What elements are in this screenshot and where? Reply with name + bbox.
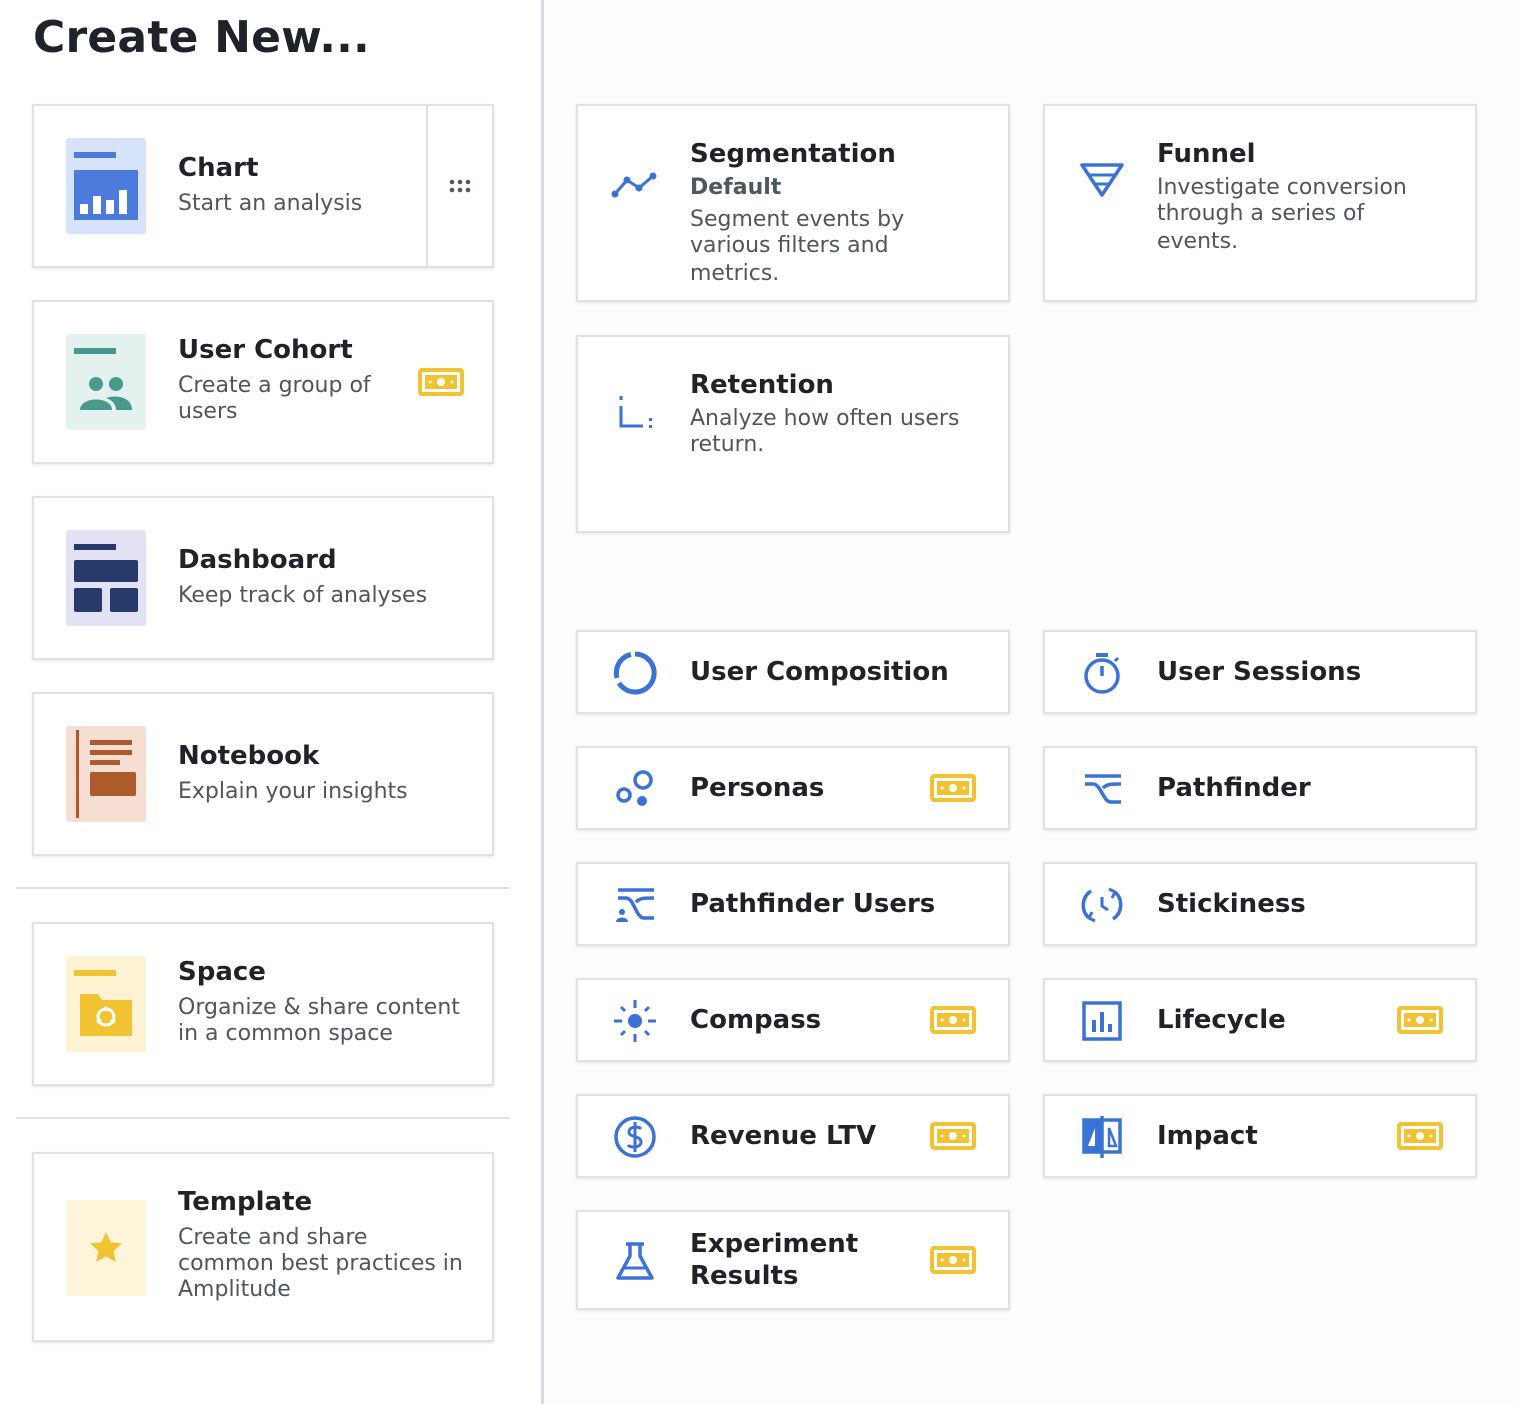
more-dots-icon (449, 179, 471, 193)
create-user-cohort-card[interactable]: User Cohort Create a group of users (32, 300, 494, 464)
paid-feature-icon (1397, 1122, 1443, 1150)
funnel-icon (1077, 154, 1127, 204)
section-divider (16, 1117, 510, 1119)
paid-feature-icon (930, 1006, 976, 1034)
chart-desc: Start an analysis (178, 191, 363, 216)
compass-title: Compass (690, 1005, 822, 1035)
cohort-desc: Create a group of users (178, 372, 372, 426)
chart-more-button[interactable] (428, 106, 492, 266)
template-desc-line2: common best practices in (178, 1251, 463, 1276)
segmentation-subtitle: Default (690, 175, 782, 200)
create-funnel-card[interactable]: Funnel Investigate conversion through a … (1043, 104, 1477, 302)
chart-tile-icon (66, 138, 146, 234)
flask-icon (610, 1236, 660, 1286)
lifecycle-icon (1077, 996, 1127, 1046)
dollar-icon (610, 1112, 660, 1162)
create-pathfinder-users-card[interactable]: Pathfinder Users (576, 862, 1010, 946)
create-compass-card[interactable]: Compass (576, 978, 1010, 1062)
stickiness-title: Stickiness (1157, 889, 1306, 919)
notebook-title: Notebook (178, 741, 320, 771)
create-notebook-card[interactable]: Notebook Explain your insights (32, 692, 494, 856)
create-segmentation-card[interactable]: Segmentation Default Segment events by v… (576, 104, 1010, 302)
create-dashboard-card[interactable]: Dashboard Keep track of analyses (32, 496, 494, 660)
page-title: Create New... (33, 12, 370, 63)
template-tile-icon (66, 1200, 146, 1296)
stickiness-icon (1077, 880, 1127, 930)
retention-title: Retention (690, 370, 834, 400)
segmentation-desc: Segment events by various filters and me… (690, 206, 984, 288)
create-space-card[interactable]: Space Organize & share content in a comm… (32, 922, 494, 1086)
segmentation-desc-line2: various filters and metrics. (690, 233, 889, 286)
impact-title: Impact (1157, 1121, 1258, 1151)
stopwatch-icon (1077, 648, 1127, 698)
create-impact-card[interactable]: Impact (1043, 1094, 1477, 1178)
star-icon (90, 1232, 122, 1262)
create-experiment-results-card[interactable]: Experiment Results (576, 1210, 1010, 1310)
retention-desc: Analyze how often users return. (690, 405, 984, 459)
paid-feature-icon (930, 1122, 976, 1150)
user-sessions-title: User Sessions (1157, 657, 1362, 687)
create-menu-left-pane: Create New... Chart Start an analysis Us… (0, 0, 542, 1404)
chart-title: Chart (178, 153, 259, 183)
template-desc-line3: Amplitude (178, 1277, 291, 1302)
template-desc: Create and share common best practices i… (178, 1224, 468, 1304)
user-composition-icon (610, 648, 660, 698)
space-desc: Organize & share content in a common spa… (178, 994, 468, 1048)
pathfinder-users-title: Pathfinder Users (690, 889, 936, 919)
create-retention-card[interactable]: Retention Analyze how often users return… (576, 335, 1010, 533)
retention-desc-line2: return. (690, 432, 765, 457)
revenue-ltv-title: Revenue LTV (690, 1121, 877, 1151)
notebook-desc: Explain your insights (178, 779, 408, 804)
lifecycle-title: Lifecycle (1157, 1005, 1286, 1035)
paid-feature-icon (930, 774, 976, 802)
create-template-card[interactable]: Template Create and share common best pr… (32, 1152, 494, 1342)
funnel-desc-line2: through a series of events. (1157, 201, 1365, 254)
impact-icon (1077, 1112, 1127, 1162)
compass-icon (610, 996, 660, 1046)
cohort-desc-line2: users (178, 399, 238, 424)
retention-desc-line1: Analyze how often users (690, 406, 960, 431)
create-stickiness-card[interactable]: Stickiness (1043, 862, 1477, 946)
paid-feature-icon (1397, 1006, 1443, 1034)
create-user-composition-card[interactable]: User Composition (576, 630, 1010, 714)
segmentation-icon (610, 160, 660, 210)
dashboard-title: Dashboard (178, 545, 337, 575)
funnel-desc: Investigate conversion through a series … (1157, 174, 1451, 256)
create-chart-card[interactable]: Chart Start an analysis (32, 104, 494, 268)
pathfinder-users-icon (610, 880, 660, 930)
paid-feature-icon (418, 368, 464, 396)
create-lifecycle-card[interactable]: Lifecycle (1043, 978, 1477, 1062)
template-title: Template (178, 1187, 313, 1217)
retention-icon (610, 387, 660, 437)
create-user-sessions-card[interactable]: User Sessions (1043, 630, 1477, 714)
segmentation-desc-line1: Segment events by (690, 207, 905, 232)
notebook-tile-icon (66, 726, 146, 822)
funnel-title: Funnel (1157, 139, 1256, 169)
create-pathfinder-card[interactable]: Pathfinder (1043, 746, 1477, 830)
pathfinder-icon (1077, 764, 1127, 814)
segmentation-title: Segmentation (690, 139, 896, 169)
cohort-title: User Cohort (178, 335, 353, 365)
cohort-desc-line1: Create a group of (178, 373, 371, 398)
personas-icon (610, 764, 660, 814)
dashboard-tile-icon (66, 530, 146, 626)
user-composition-title: User Composition (690, 657, 949, 687)
space-desc-line1: Organize & share content (178, 995, 460, 1020)
space-title: Space (178, 957, 266, 987)
space-tile-icon (66, 956, 146, 1052)
create-revenue-ltv-card[interactable]: Revenue LTV (576, 1094, 1010, 1178)
dashboard-desc: Keep track of analyses (178, 583, 428, 608)
create-personas-card[interactable]: Personas (576, 746, 1010, 830)
section-divider (16, 887, 510, 889)
paid-feature-icon (930, 1246, 976, 1274)
cohort-tile-icon (66, 334, 146, 430)
pathfinder-title: Pathfinder (1157, 773, 1311, 803)
funnel-desc-line1: Investigate conversion (1157, 175, 1407, 200)
personas-title: Personas (690, 773, 825, 803)
template-desc-line1: Create and share (178, 1225, 368, 1250)
space-desc-line2: in a common space (178, 1021, 393, 1046)
